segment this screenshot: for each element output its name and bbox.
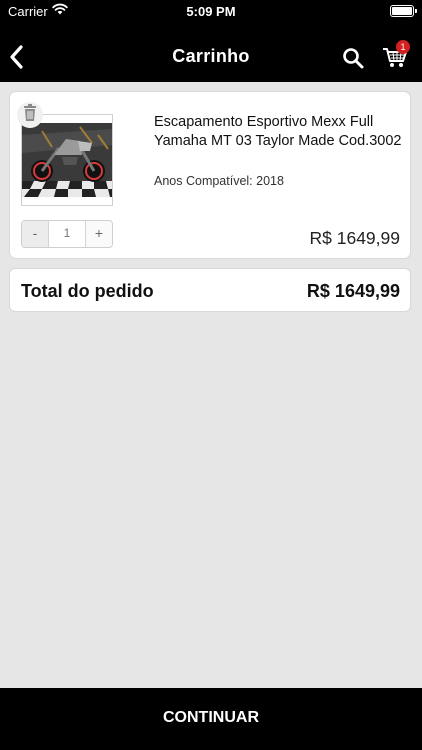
product-name[interactable]: Escapamento Esportivo Mexx Full Yamaha M… [154,113,404,150]
trash-icon [23,103,37,127]
quantity-stepper: - 1 + [21,220,113,248]
cart-item-card: Escapamento Esportivo Mexx Full Yamaha M… [10,92,410,258]
remove-item-button[interactable] [17,102,43,128]
navigation-bar: Carrinho 1 [0,32,422,82]
order-total-value: R$ 1649,99 [306,281,400,301]
status-bar: Carrier 5:09 PM [0,0,422,24]
search-icon[interactable] [342,47,364,69]
product-price: R$ 1649,99 [309,228,401,248]
top-bar: Carrier 5:09 PM Carrinho 1 [0,0,422,82]
continue-button[interactable]: CONTINUAR [0,688,422,750]
quantity-value[interactable]: 1 [49,221,85,247]
order-total-card: Total do pedido R$ 1649,99 [10,269,410,311]
battery-icon [390,5,417,17]
product-compatibility: Anos Compatível: 2018 [154,174,284,188]
cart-count-badge: 1 [396,40,410,54]
product-image[interactable] [21,114,113,206]
order-total-label: Total do pedido [21,281,154,301]
increase-quantity-button[interactable]: + [85,221,112,247]
decrease-quantity-button[interactable]: - [22,221,49,247]
status-time: 5:09 PM [186,4,236,19]
